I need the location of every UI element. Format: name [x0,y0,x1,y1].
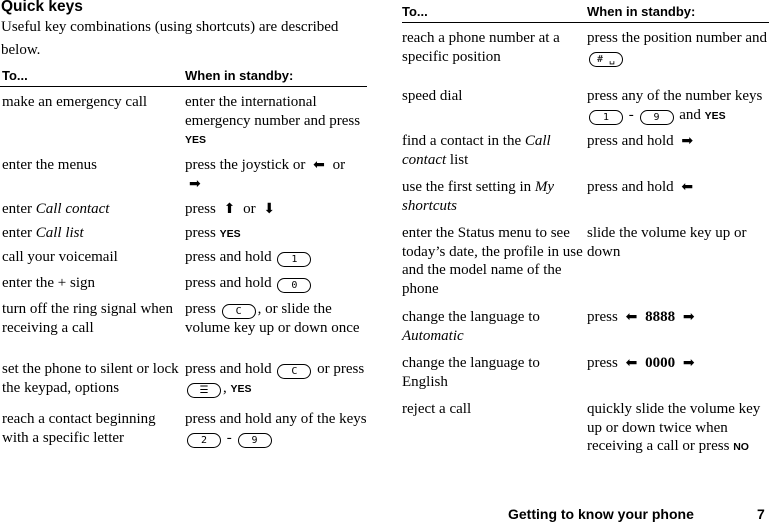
quick-keys-table-right: To... When in standby: reach a phone num… [402,0,769,466]
action-cell: turn off the ring signal when receiving … [2,301,173,336]
key-code: 0000 [641,355,679,371]
table-row: enter Call contact press ⬆ or ⬇ [0,192,367,218]
action-cell: call your voicemail [2,249,118,265]
key-1-icon: 1 [589,109,623,125]
keys-cell: press and hold ⬅ [587,179,694,195]
keys-cell: press ⬆ or ⬇ [185,201,276,217]
action-cell: reach a contact beginning with a specifi… [2,411,156,446]
key-C-icon: C [277,364,312,379]
header-when: When in standby: [587,3,696,19]
action-cell: enter the menus [2,157,97,173]
keys-cell: press and hold ➡ [587,133,694,149]
menu-name: Call contact [35,201,110,217]
action-cell: change the language to Automatic [402,309,540,344]
table-row: change the language to English press ⬅ 00… [402,350,769,396]
keys-cell: press ⬅ 8888 ➡ [587,309,695,325]
menu-name: Call list [35,225,84,241]
key-9-icon: 9 [639,109,674,125]
action-cell: speed dial [402,88,463,104]
header-when: When in standby: [185,67,294,83]
table-row: call your voicemail press and hold 1 [0,244,367,270]
action-cell: use the first setting in My shortcuts [402,179,555,214]
keys-cell: enter the international emergency number… [185,94,361,146]
table-row: turn off the ring signal when receiving … [0,296,367,356]
right-arrow-icon: ➡ [682,355,695,371]
action-cell: make an emergency call [2,94,148,110]
header-to: To... [2,67,28,83]
key--icon: # ␣ [589,51,623,67]
down-arrow-icon: ⬇ [263,201,276,217]
keys-cell: quickly slide the volume key up or down … [587,401,761,454]
keys-cell: press ⬅ 0000 ➡ [587,355,695,371]
key-2-icon: 2 [187,432,221,448]
quick-keys-table-left: To... When in standby: make an emergency… [0,64,367,450]
keys-cell: press and hold C or press ☰, YES [185,361,365,398]
key-0-icon: 0 [277,278,312,293]
menu-name: Call contact [402,133,551,168]
intro-text: Useful key combinations (using shortcuts… [1,19,339,58]
table-row: enter the menus press the joystick or ⬅ o… [0,148,367,192]
menu-name: My shortcuts [402,179,555,214]
key-C-icon: C [221,304,256,319]
key--icon: ☰ [187,383,221,398]
table-header: To... When in standby: [0,64,367,87]
up-arrow-icon: ⬆ [223,201,236,217]
keys-cell: press YES [185,225,241,241]
action-cell: enter the + sign [2,275,96,291]
table-row: set the phone to silent or lock the keyp… [0,356,367,406]
action-cell: enter the Status menu to see today’s dat… [402,225,583,297]
left-arrow-icon: ⬅ [681,179,694,195]
keys-cell: press C, or slide the volume key up or d… [185,301,360,336]
keys-cell: press any of the number keys 1 - 9 and Y… [587,88,763,125]
table-header: To... When in standby: [402,0,769,23]
keys-cell: press and hold 0 [185,274,367,296]
table-row: reach a contact beginning with a specifi… [0,406,367,450]
yes-keyword: YES [185,134,207,146]
keys-cell: press the joystick or ⬅ or ➡ [185,157,346,192]
action-cell: reject a call [402,401,472,417]
footer-section-title: Getting to know your phone [508,506,694,522]
keys-cell: press and hold 1 [185,248,367,270]
action-cell: enter Call list [2,225,84,241]
table-row: change the language to Automatic press ⬅ … [402,304,769,350]
keys-cell: slide the volume key up or down [587,225,747,260]
right-arrow-icon: ➡ [189,175,201,192]
menu-name: Automatic [402,327,464,344]
action-cell: set the phone to silent or lock the keyp… [2,361,179,396]
keys-cell: press the position number and # ␣ [587,30,767,67]
table-row: reach a phone number at a specific posit… [402,23,769,81]
right-arrow-icon: ➡ [682,309,695,325]
table-row: enter Call list press YES [0,218,367,244]
yes-keyword: YES [230,383,252,395]
left-arrow-icon: ⬅ [313,157,325,173]
header-to: To... [402,3,428,19]
action-cell: enter Call contact [2,201,110,217]
page-title: Quick keys [1,0,83,15]
key-9-icon: 9 [237,432,272,448]
table-row: use the first setting in My shortcuts pre… [402,174,769,220]
table-row: enter the + sign press and hold 0 [0,270,367,296]
action-cell: change the language to English [402,355,540,390]
action-cell: find a contact in the Call contact list [402,133,551,168]
action-cell: reach a phone number at a specific posit… [402,30,560,65]
yes-keyword: YES [704,109,726,122]
table-row: make an emergency call enter the internat… [0,87,367,148]
key-code: 8888 [641,309,679,325]
left-arrow-icon: ⬅ [625,309,638,325]
no-keyword: NO [733,441,749,453]
yes-keyword: YES [219,228,241,240]
right-arrow-icon: ➡ [681,133,694,149]
table-row: reject a call quickly slide the volume ke… [402,396,769,466]
page-number: 7 [757,506,765,522]
table-row: find a contact in the Call contact list p… [402,128,769,174]
keys-cell: press and hold any of the keys 2 - 9 [185,411,367,448]
table-row: enter the Status menu to see today’s dat… [402,220,769,304]
left-arrow-icon: ⬅ [625,355,638,371]
table-row: speed dial press any of the number keys 1… [402,81,769,128]
key-1-icon: 1 [277,252,312,267]
